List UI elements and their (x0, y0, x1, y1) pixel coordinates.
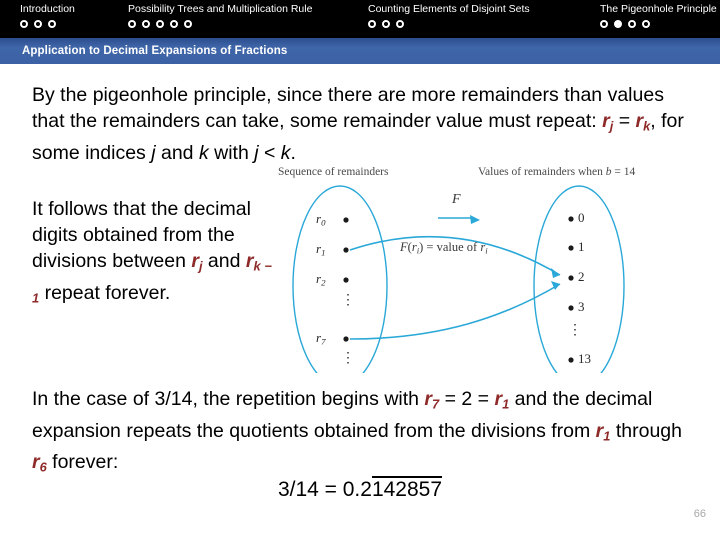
paragraph-pigeonhole-statement: By the pigeonhole principle, since there… (32, 82, 692, 166)
nav-section-title: Introduction (20, 3, 75, 15)
p3-text-e: forever: (46, 451, 119, 474)
arrowhead-r1 (551, 268, 560, 278)
nav-section-dots (600, 20, 717, 28)
math-var-rj: rj (602, 110, 614, 134)
diagram-left-caption: Sequence of remainders (278, 166, 389, 178)
math-var-rk: rk (635, 110, 651, 134)
function-arrowhead (470, 215, 480, 224)
nav-section-counting-disjoint-sets[interactable]: Counting Elements of Disjoint Sets (368, 0, 530, 28)
nav-dot[interactable] (184, 20, 192, 28)
paragraph-case-3-over-14: In the case of 3/14, the repetition begi… (32, 386, 687, 481)
right-label-13: 13 (578, 351, 591, 366)
section-banner-title: Application to Decimal Expansions of Fra… (22, 45, 288, 57)
value-dot-1 (568, 245, 574, 251)
nav-section-dots (368, 20, 530, 28)
left-label-r0: r0 (316, 211, 326, 228)
nav-dot-active[interactable] (614, 20, 622, 28)
diagram-right-caption: Values of remainders when b = 14 (478, 166, 635, 178)
math-var-r7: r7 (424, 388, 440, 412)
nav-dot[interactable] (628, 20, 636, 28)
left-label-r7: r7 (316, 330, 326, 347)
fn-F: F (400, 240, 408, 254)
nav-section-title: Counting Elements of Disjoint Sets (368, 3, 530, 15)
decimal-expansion-equation: 3/14 = 0.2142857 (0, 476, 720, 502)
value-dot-2 (568, 275, 574, 281)
value-dot-13 (568, 357, 574, 363)
nav-section-possibility-trees[interactable]: Possibility Trees and Multiplication Rul… (128, 0, 312, 28)
function-name-label: F (452, 192, 461, 207)
equation-lhs: 3/14 = 0.2 (277, 478, 372, 501)
math-var-rj-2: rj (191, 250, 203, 274)
value-dot-0 (568, 216, 574, 222)
nav-section-title: The Pigeonhole Principle (600, 3, 717, 15)
math-var-k2: k (280, 141, 291, 164)
section-banner: Application to Decimal Expansions of Fra… (0, 38, 720, 64)
paragraph-decimal-digits: It follows that the decimal digits obtai… (32, 196, 272, 311)
function-definition-label: F(ri) = value of ri (400, 240, 488, 256)
nav-dot[interactable] (382, 20, 390, 28)
right-label-2: 2 (578, 269, 585, 284)
value-dot-3 (568, 305, 574, 311)
nav-dot[interactable] (396, 20, 404, 28)
nav-dot[interactable] (156, 20, 164, 28)
right-label-3: 3 (578, 299, 585, 314)
left-label-r1: r1 (316, 241, 326, 258)
element-dot-r1 (343, 247, 349, 253)
right-label-0: 0 (578, 210, 585, 225)
nav-dot[interactable] (368, 20, 376, 28)
nav-section-title: Possibility Trees and Multiplication Rul… (128, 3, 313, 15)
nav-dot[interactable] (34, 20, 42, 28)
nav-dot[interactable] (142, 20, 150, 28)
page-number: 66 (693, 508, 706, 520)
nav-section-pigeonhole-principle[interactable]: The Pigeonhole Principle (600, 0, 717, 28)
fn-rest: ) = value of (419, 240, 481, 254)
math-var-r1: r1 (494, 388, 510, 412)
nav-section-introduction[interactable]: Introduction (20, 0, 75, 28)
math-var-r1-b: r1 (595, 419, 611, 444)
p1-text-c: and (155, 141, 199, 164)
p2-text-b: and (202, 250, 246, 272)
nav-dot[interactable] (170, 20, 178, 28)
right-label-1: 1 (578, 239, 585, 254)
element-dot-r2 (343, 277, 349, 283)
remainders-mapping-diagram: Sequence of remainders Values of remaind… (278, 166, 720, 373)
left-set-ellipse (292, 185, 388, 373)
nav-section-dots (128, 20, 312, 28)
math-var-r6: r6 (32, 451, 47, 475)
right-caption-c: = 14 (611, 166, 636, 178)
p2-text-c: repeat forever. (39, 281, 171, 304)
top-navigation-bar: Introduction Possibility Trees and Multi… (0, 0, 720, 38)
p1-equals: = (613, 110, 636, 132)
p1-text-e: . (290, 141, 296, 164)
p1-text-d: with (208, 141, 255, 164)
fn-r2-sub: i (485, 245, 488, 256)
equation-repeating-digits: 142857 (371, 476, 443, 501)
element-dot-r0 (343, 217, 349, 223)
p3-text-a: In the case of 3/14, the repetition begi… (32, 388, 425, 410)
p1-text-a: By the pigeonhole principle, since there… (32, 84, 664, 132)
left-label-vdots-1: ⋮ (341, 293, 355, 308)
nav-dot[interactable] (20, 20, 28, 28)
left-label-r2: r2 (316, 271, 326, 288)
nav-section-dots (20, 20, 75, 28)
math-var-k: k (198, 141, 209, 164)
right-label-vdots: ⋮ (568, 323, 582, 338)
left-label-vdots-2: ⋮ (341, 351, 355, 366)
p3-text-d: through (610, 419, 682, 442)
right-caption-a: Values of remainders when (478, 166, 606, 178)
element-dot-r7 (343, 336, 349, 342)
p1-lt: < (258, 141, 281, 164)
nav-dot[interactable] (48, 20, 56, 28)
nav-dot[interactable] (600, 20, 608, 28)
nav-dot[interactable] (642, 20, 650, 28)
p3-text-b: = 2 = (439, 388, 495, 410)
nav-dot[interactable] (128, 20, 136, 28)
